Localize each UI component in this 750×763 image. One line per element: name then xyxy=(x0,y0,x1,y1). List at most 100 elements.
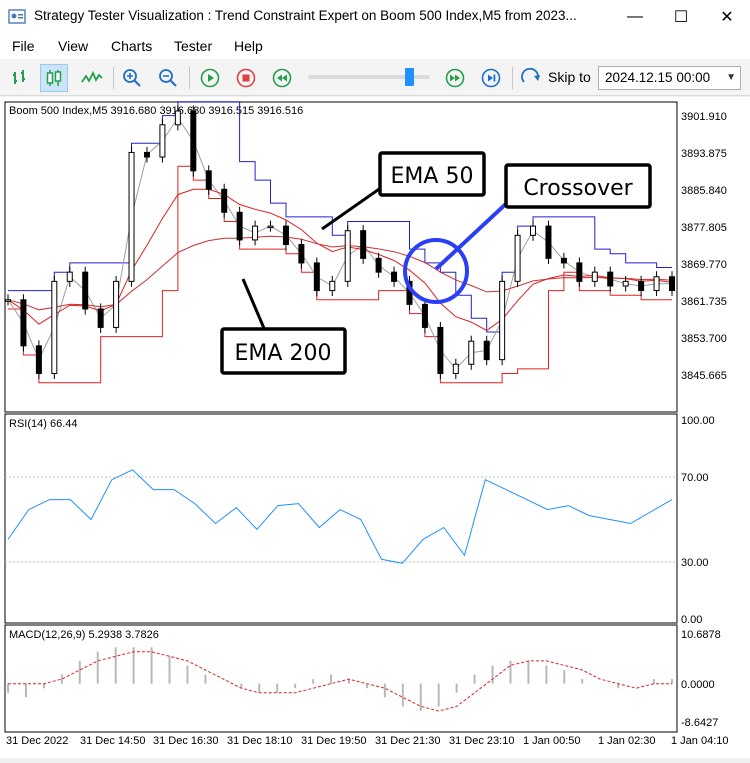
candle-body xyxy=(128,151,135,282)
menu-help[interactable]: Help xyxy=(234,38,263,54)
menu-view[interactable]: View xyxy=(58,38,88,54)
candle-body xyxy=(159,124,166,158)
price-tick: 3869.770 xyxy=(681,259,727,271)
speed-slider-thumb[interactable] xyxy=(405,68,414,86)
menu-bar: File View Charts Tester Help xyxy=(0,33,750,59)
candle-body xyxy=(591,271,598,282)
candle-body xyxy=(298,244,305,264)
candle-body xyxy=(391,271,398,282)
menu-file[interactable]: File xyxy=(12,38,35,54)
candle-body xyxy=(252,225,259,241)
skip-to-label: Skip to xyxy=(548,69,591,85)
close-button[interactable]: ✕ xyxy=(704,0,750,33)
macd-tick: -8.6427 xyxy=(681,717,718,729)
candle-body xyxy=(190,110,197,172)
rsi-header: RSI(14) 66.44 xyxy=(9,418,77,430)
chart-canvas[interactable]: Boom 500 Index,M5 3916.680 3916.680 3916… xyxy=(0,97,750,758)
time-tick: 31 Dec 2022 xyxy=(6,735,68,747)
price-tick: 3861.735 xyxy=(681,296,727,308)
candle-body xyxy=(530,225,537,236)
rewind-button[interactable] xyxy=(268,64,296,92)
bar-chart-icon xyxy=(13,70,25,84)
line-chart-icon xyxy=(81,70,103,83)
window-title: Strategy Tester Visualization : Trend Co… xyxy=(34,8,577,23)
candle-body xyxy=(344,230,351,282)
candle-body xyxy=(267,225,274,229)
rsi-tick: 30.00 xyxy=(681,557,709,569)
candle-body xyxy=(51,280,58,374)
ema200-label: EMA 200 xyxy=(235,341,332,366)
zoom-out-button[interactable] xyxy=(154,64,182,92)
line-chart-button[interactable] xyxy=(78,64,106,92)
candlestick-icon xyxy=(46,70,62,86)
bar-chart-button[interactable] xyxy=(6,64,34,92)
main-chart-header: Boom 500 Index,M5 3916.680 3916.680 3916… xyxy=(9,105,303,117)
candle-body xyxy=(97,308,104,328)
candle-body xyxy=(576,262,583,282)
stop-button[interactable] xyxy=(232,64,260,92)
price-tick: 3845.665 xyxy=(681,370,727,382)
ema50-label: EMA 50 xyxy=(391,164,474,189)
candle-body xyxy=(35,345,42,374)
candle-body xyxy=(282,225,289,246)
candle-body xyxy=(653,276,660,292)
skip-to-icon xyxy=(521,68,540,83)
zoom-in-button[interactable] xyxy=(118,64,146,92)
skip-end-icon xyxy=(481,68,501,88)
toolbar-separator xyxy=(512,67,513,89)
time-tick: 31 Dec 16:30 xyxy=(153,735,218,747)
skip-end-button[interactable] xyxy=(477,64,505,92)
title-bar: Strategy Tester Visualization : Trend Co… xyxy=(0,0,750,33)
skip-to-button[interactable] xyxy=(518,64,546,92)
time-tick: 31 Dec 23:10 xyxy=(449,735,514,747)
skip-to-date-select[interactable]: 2024.12.15 00:00 ▼ xyxy=(598,66,741,90)
time-tick: 31 Dec 21:30 xyxy=(375,735,440,747)
candle-body xyxy=(236,211,243,241)
macd-pane[interactable] xyxy=(4,624,678,733)
candle-body xyxy=(437,326,444,374)
rsi-tick: 100.00 xyxy=(681,415,715,427)
time-tick: 1 Jan 04:10 xyxy=(671,735,729,747)
menu-charts[interactable]: Charts xyxy=(111,38,152,54)
zoom-in-icon xyxy=(123,69,141,87)
candle-body xyxy=(205,170,212,190)
maximize-button[interactable]: ☐ xyxy=(658,0,704,33)
stop-icon xyxy=(236,68,256,88)
candle-body xyxy=(143,151,150,158)
candle-body xyxy=(313,262,320,292)
candle-body xyxy=(66,271,73,282)
time-tick: 31 Dec 19:50 xyxy=(301,735,366,747)
rsi-tick: 70.00 xyxy=(681,472,709,484)
candle-body xyxy=(20,299,27,347)
menu-tester[interactable]: Tester xyxy=(174,38,212,54)
chart-area[interactable]: Boom 500 Index,M5 3916.680 3916.680 3916… xyxy=(0,97,750,758)
play-button[interactable] xyxy=(196,64,224,92)
candle-body xyxy=(329,280,336,292)
time-tick: 31 Dec 18:10 xyxy=(227,735,292,747)
chevron-down-icon: ▼ xyxy=(726,72,736,83)
candle-body xyxy=(360,230,367,259)
crossover-label: Crossover xyxy=(523,176,633,201)
strategy-tester-window: Strategy Tester Visualization : Trend Co… xyxy=(0,0,750,758)
toolbar-separator xyxy=(189,67,190,89)
macd-header: MACD(12,26,9) 5.2938 3.7826 xyxy=(9,629,159,641)
price-tick: 3893.875 xyxy=(681,148,727,160)
price-tick: 3877.805 xyxy=(681,222,727,234)
candle-body xyxy=(113,280,120,328)
candle-body xyxy=(483,340,490,361)
fast-forward-icon xyxy=(445,68,465,88)
candle-body xyxy=(607,271,614,287)
candle-body xyxy=(514,234,521,282)
candle-body xyxy=(638,280,645,292)
candle-body xyxy=(221,188,228,213)
fast-forward-button[interactable] xyxy=(441,64,469,92)
candle-body xyxy=(375,257,382,273)
time-tick: 1 Jan 02:30 xyxy=(598,735,656,747)
candle-body xyxy=(421,303,428,328)
price-tick: 3885.840 xyxy=(681,185,727,197)
candlestick-button[interactable] xyxy=(40,64,68,92)
rsi-pane[interactable] xyxy=(4,413,678,624)
rsi-tick: 0.00 xyxy=(681,614,702,626)
minimize-button[interactable]: — xyxy=(612,0,658,33)
candle-body xyxy=(174,110,181,126)
